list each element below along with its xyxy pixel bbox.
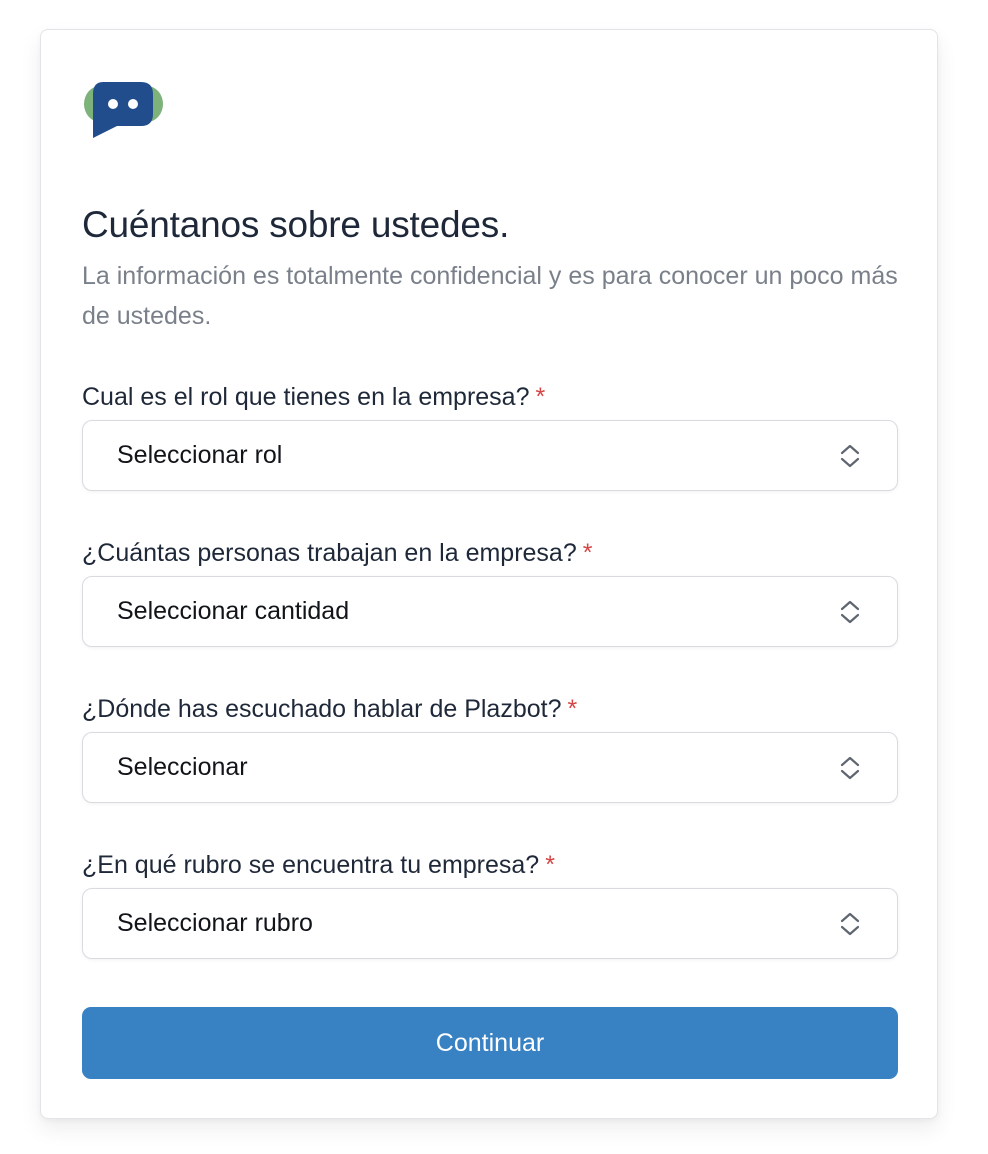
company-size-select[interactable]: Seleccionar cantidad (82, 576, 898, 647)
chevron-up-down-icon (840, 912, 860, 936)
referral-source-label: ¿Dónde has escuchado hablar de Plazbot? * (82, 695, 578, 723)
chat-bubble-bot-icon (84, 82, 163, 138)
page-subtitle: La información es totalmente confidencia… (82, 262, 898, 330)
referral-source-select-value: Seleccionar (117, 753, 248, 781)
chevron-up-down-icon (840, 756, 860, 780)
industry-field: ¿En qué rubro se encuentra tu empresa? * … (82, 848, 898, 959)
role-select-value: Seleccionar rol (117, 441, 283, 469)
company-size-field: ¿Cuántas personas trabajan en la empresa… (82, 536, 898, 647)
required-asterisk: * (535, 383, 546, 411)
company-size-select-value: Seleccionar cantidad (117, 597, 350, 625)
required-asterisk: * (545, 851, 555, 879)
chevron-up-down-icon (840, 600, 860, 624)
role-select[interactable]: Seleccionar rol (82, 420, 898, 491)
continue-button[interactable]: Continuar (82, 1007, 898, 1079)
role-label: Cual es el rol que tienes en la empresa?… (82, 383, 546, 411)
chevron-up-down-icon (840, 444, 860, 468)
required-asterisk: * (582, 539, 593, 567)
required-asterisk: * (567, 695, 578, 723)
referral-source-field: ¿Dónde has escuchado hablar de Plazbot? *… (82, 692, 898, 803)
role-field: Cual es el rol que tienes en la empresa?… (82, 380, 898, 491)
onboarding-card: Cuéntanos sobre ustedes. La información … (40, 29, 938, 1119)
industry-select[interactable]: Seleccionar rubro (82, 888, 898, 959)
page-title: Cuéntanos sobre ustedes. (82, 204, 510, 245)
industry-select-value: Seleccionar rubro (117, 909, 313, 937)
referral-source-select[interactable]: Seleccionar (82, 732, 898, 803)
company-size-label: ¿Cuántas personas trabajan en la empresa… (82, 539, 593, 567)
industry-label: ¿En qué rubro se encuentra tu empresa? * (82, 851, 555, 879)
